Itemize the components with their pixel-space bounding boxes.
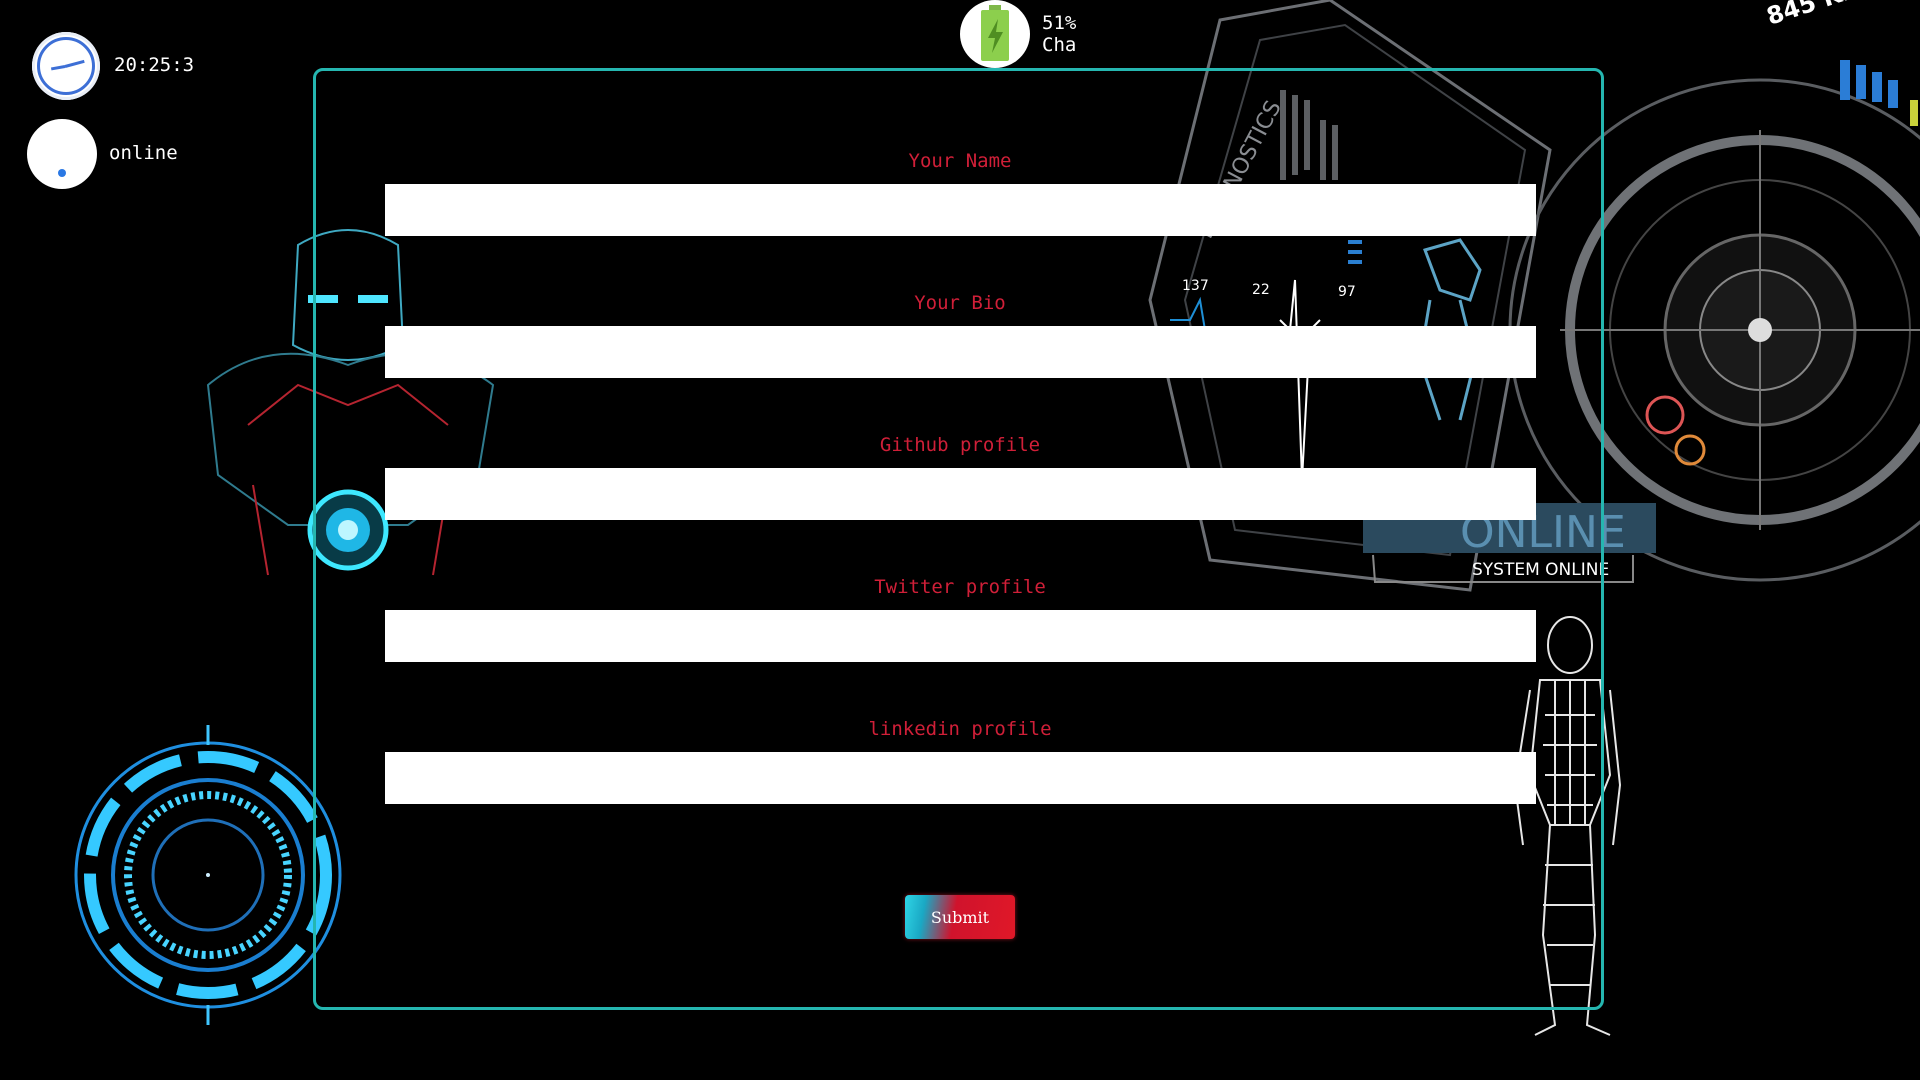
twitter-input[interactable] <box>385 610 1536 662</box>
linkedin-input[interactable] <box>385 752 1536 804</box>
github-label: Github profile <box>879 434 1041 456</box>
current-time: 20:25:3 <box>114 54 195 76</box>
battery-charging-icon <box>981 5 1009 61</box>
linkedin-label: linkedin profile <box>868 718 1052 740</box>
github-input[interactable] <box>385 468 1536 520</box>
knots-label: 845 KNOTS <box>1763 0 1915 31</box>
battery-percent: 51% <box>1042 12 1077 34</box>
clock-widget <box>32 32 100 100</box>
battery-widget <box>960 0 1030 68</box>
submit-button[interactable]: Submit <box>905 895 1015 939</box>
name-label: Your Name <box>908 150 1012 172</box>
bio-label: Your Bio <box>914 292 1006 314</box>
name-input[interactable] <box>385 184 1536 236</box>
bio-input[interactable] <box>385 326 1536 378</box>
twitter-label: Twitter profile <box>874 576 1046 598</box>
battery-status: Cha <box>1042 34 1077 56</box>
clock-icon <box>37 37 95 95</box>
